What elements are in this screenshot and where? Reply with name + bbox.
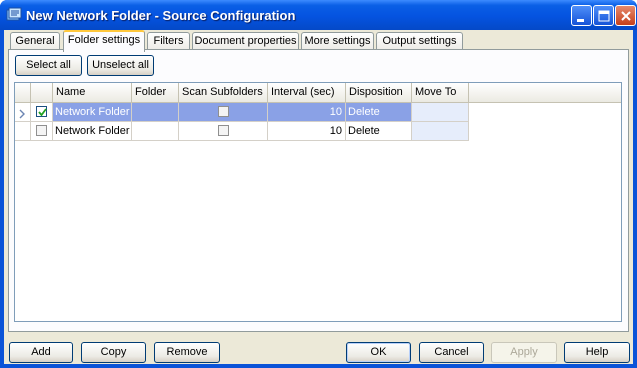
maximize-button[interactable] (593, 5, 614, 26)
help-button[interactable]: Help (564, 342, 630, 363)
cell-name[interactable]: Network Folder 1 (53, 103, 132, 122)
column-header-disposition[interactable]: Disposition (346, 83, 412, 103)
cell-move-to[interactable] (412, 103, 469, 122)
checkbox-header (31, 83, 53, 103)
title-bar[interactable]: New Network Folder - Source Configuratio… (0, 0, 637, 30)
copy-button[interactable]: Copy (81, 342, 146, 363)
row-checkbox[interactable] (36, 125, 47, 136)
tab-general[interactable]: General (10, 32, 60, 50)
tab-more-settings[interactable]: More settings (301, 32, 374, 50)
network-folder-icon (6, 7, 22, 23)
column-header-move-to[interactable]: Move To (412, 83, 469, 103)
select-all-button[interactable]: Select all (15, 55, 82, 76)
cell-interval[interactable]: 10 (268, 103, 346, 122)
folder-settings-panel: Select all Unselect all Name Folder Scan… (8, 49, 629, 332)
remove-button[interactable]: Remove (154, 342, 220, 363)
cell-name[interactable]: Network Folder 2 (53, 122, 132, 141)
tab-filters[interactable]: Filters (147, 32, 190, 50)
cell-scan-subfolders[interactable] (179, 122, 268, 141)
cell-scan-subfolders[interactable] (179, 103, 268, 122)
cell-move-to[interactable] (412, 122, 469, 141)
ok-button[interactable]: OK (346, 342, 411, 363)
column-header-folder[interactable]: Folder (132, 83, 179, 103)
tab-output-settings[interactable]: Output settings (376, 32, 463, 50)
dialog-client: General Folder settings Filters Document… (4, 30, 633, 364)
row-indicator[interactable] (15, 122, 31, 141)
tab-folder-settings[interactable]: Folder settings (63, 30, 145, 52)
row-indicator-header (15, 83, 31, 103)
cell-folder[interactable] (132, 103, 179, 122)
scan-subfolders-checkbox[interactable] (218, 106, 229, 117)
minimize-button[interactable] (571, 5, 592, 26)
column-header-interval[interactable]: Interval (sec) (268, 83, 346, 103)
column-header-scan-subfolders[interactable]: Scan Subfolders (179, 83, 268, 103)
cell-folder[interactable] (132, 122, 179, 141)
scan-subfolders-checkbox[interactable] (218, 125, 229, 136)
window-title: New Network Folder - Source Configuratio… (26, 8, 296, 23)
row-indicator[interactable] (15, 103, 31, 122)
folders-grid[interactable]: Name Folder Scan Subfolders Interval (se… (14, 82, 622, 322)
apply-button[interactable]: Apply (491, 342, 557, 363)
row-select-cell[interactable] (31, 122, 53, 141)
row-select-cell[interactable] (31, 103, 53, 122)
row-checkbox[interactable] (36, 106, 47, 117)
header-filler (469, 83, 621, 103)
close-button[interactable] (615, 5, 636, 26)
dialog-window: New Network Folder - Source Configuratio… (0, 0, 637, 368)
add-button[interactable]: Add (9, 342, 73, 363)
tab-document-properties[interactable]: Document properties (192, 32, 299, 50)
cancel-button[interactable]: Cancel (419, 342, 484, 363)
cell-interval[interactable]: 10 (268, 122, 346, 141)
chevron-right-icon (18, 107, 26, 121)
unselect-all-button[interactable]: Unselect all (87, 55, 154, 76)
cell-disposition[interactable]: Delete (346, 122, 412, 141)
column-header-name[interactable]: Name (53, 83, 132, 103)
cell-disposition[interactable]: Delete (346, 103, 412, 122)
